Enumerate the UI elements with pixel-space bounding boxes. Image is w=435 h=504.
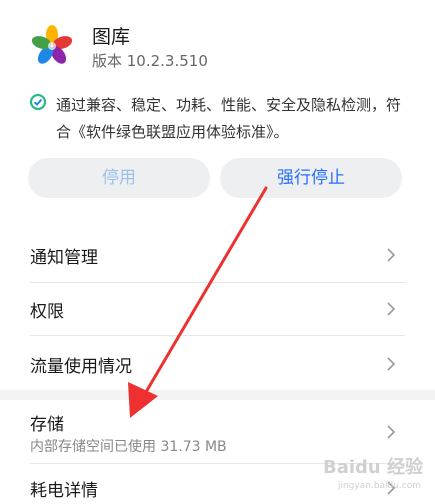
baidu-watermark-url: jingyan.baidu.com [337,481,421,491]
annotation-arrow [128,186,268,418]
baidu-watermark-logo: Baidu 经验 [322,457,423,478]
